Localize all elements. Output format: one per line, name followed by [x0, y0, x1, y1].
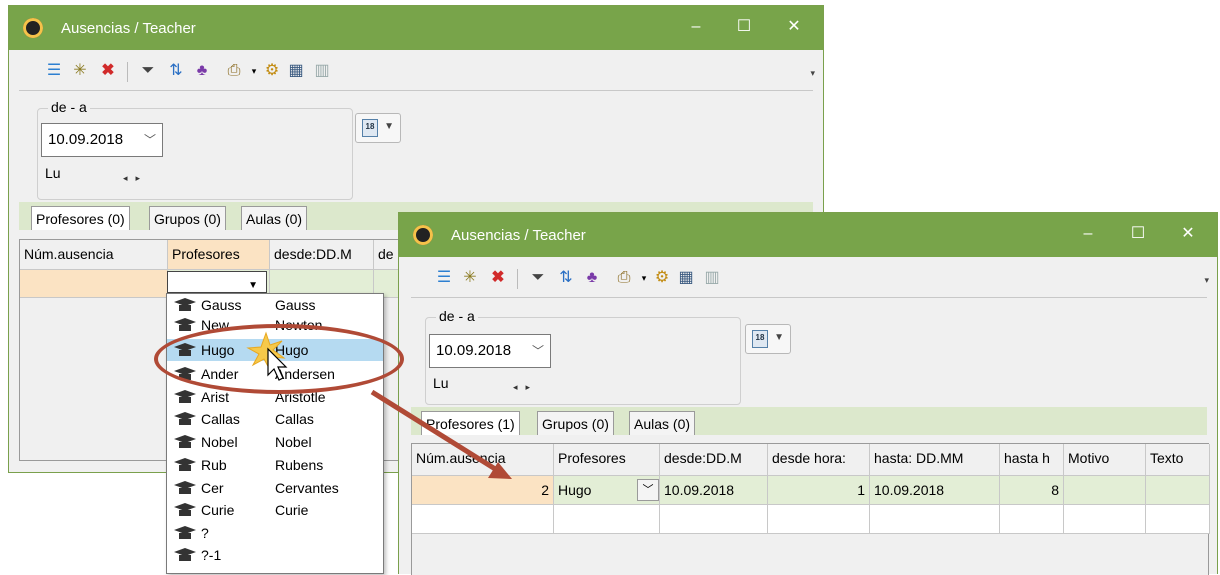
- callout-arrow: [370, 389, 502, 475]
- annotation-overlay: [246, 331, 512, 479]
